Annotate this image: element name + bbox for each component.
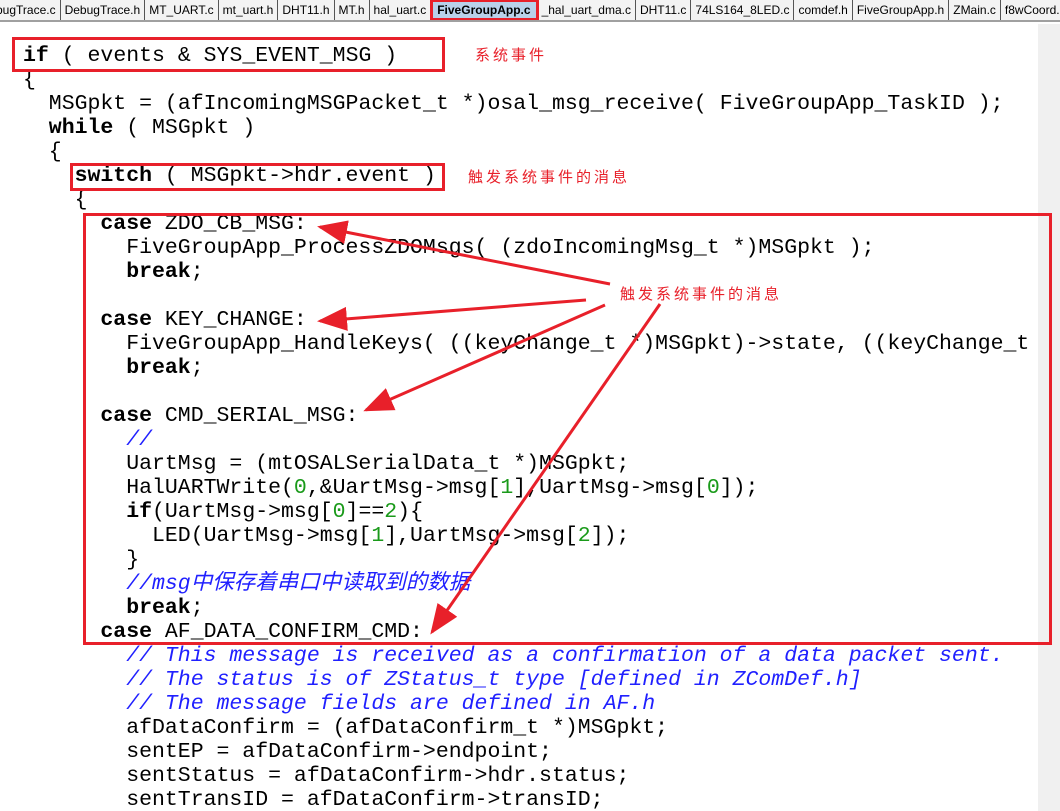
annotation-arrows [317, 220, 662, 635]
arrow-to-zdo-cb-msg [317, 220, 611, 286]
arrow-to-cmd-serial-msg [363, 303, 606, 412]
arrow-to-af-data-confirm [430, 303, 662, 635]
arrow-to-key-change [317, 298, 587, 331]
